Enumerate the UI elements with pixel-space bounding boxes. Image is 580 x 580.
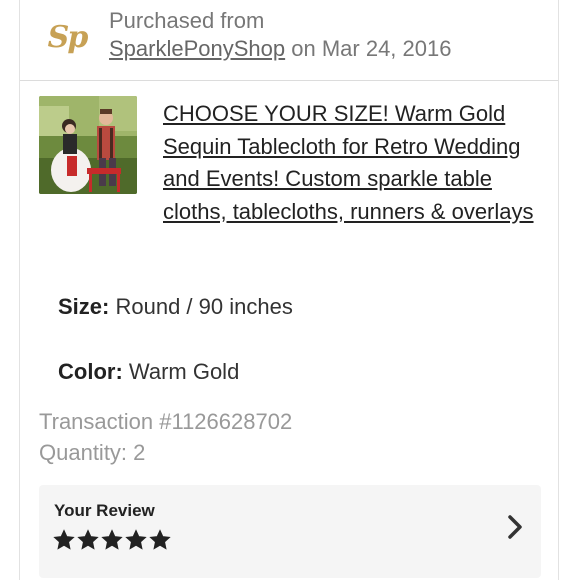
shop-logo[interactable]: Sp [44,14,90,60]
star-icon [77,529,99,550]
transaction-number: Transaction #1126628702 [39,409,293,434]
star-icon [101,529,123,550]
chevron-right-icon [508,515,522,539]
purchase-source-line: SparklePonyShop on Mar 24, 2016 [109,36,451,62]
variation-color: Color: Warm Gold [58,359,239,385]
item-thumbnail[interactable] [39,96,137,194]
shop-logo-text: Sp [47,19,89,55]
star-icon [53,529,75,550]
variation-color-label: Color: [58,359,123,384]
quantity-text: Quantity: 2 [39,440,146,465]
star-icon [125,529,147,550]
variation-size-value: Round / 90 inches [115,294,293,319]
item-title-link[interactable]: CHOOSE YOUR SIZE! Warm Gold Sequin Table… [163,98,543,228]
purchased-from-label: Purchased from [109,8,265,33]
purchase-date: on Mar 24, 2016 [291,36,452,61]
variation-color-value: Warm Gold [128,359,240,384]
shop-name-link[interactable]: SparklePonyShop [109,36,285,61]
star-icon [149,529,171,550]
variation-size: Size: Round / 90 inches [58,294,293,320]
purchase-header: Sp Purchased from SparklePonyShop on Mar… [20,0,558,81]
review-title: Your Review [54,501,155,520]
rating-stars [53,529,171,551]
wedding-photo-thumbnail-icon [39,96,137,194]
purchase-card: Sp Purchased from SparklePonyShop on Mar… [19,0,559,580]
your-review-button[interactable]: Your Review [39,485,541,578]
variation-size-label: Size: [58,294,110,319]
